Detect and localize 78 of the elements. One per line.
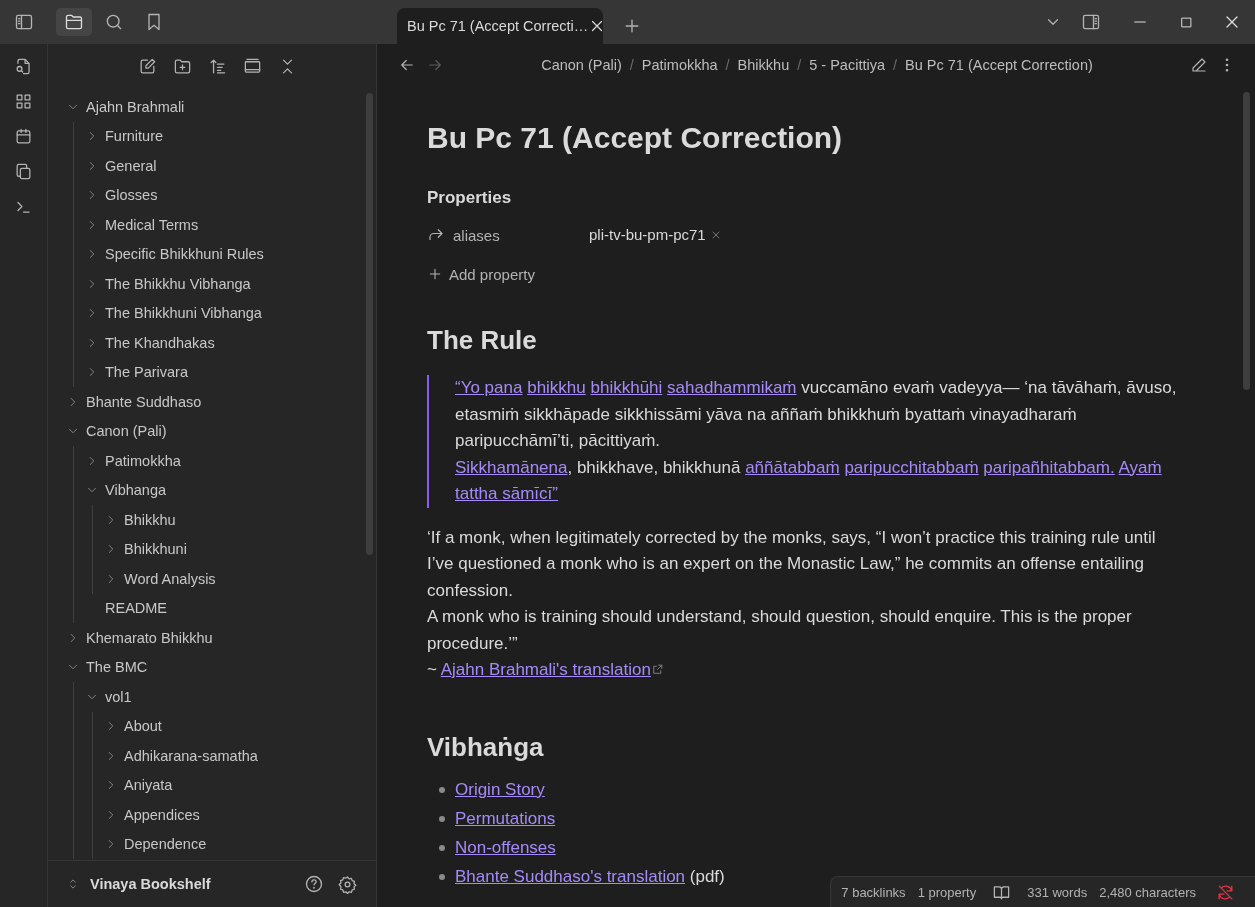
section-heading: Vibhaṅga — [427, 730, 545, 764]
folder-item[interactable]: Furniture — [85, 121, 376, 151]
breadcrumb-separator: / — [893, 57, 897, 73]
folder-item[interactable]: Canon (Pali) — [66, 416, 376, 446]
word-count: 2,480 characters — [1099, 884, 1196, 900]
folder-item[interactable]: The BMC — [66, 652, 376, 682]
link[interactable]: paripañhitabbaṁ. — [983, 457, 1115, 477]
folder-item[interactable]: Bhikkhuni — [104, 534, 376, 564]
paragraph-text: ~ Ajahn Brahmali's translation — [427, 657, 1177, 684]
status-item[interactable]: 1 property — [917, 884, 977, 900]
section-heading: The Rule — [427, 324, 538, 357]
note-title: Bu Pc 71 (Accept Correction) — [427, 120, 844, 156]
folder-item[interactable]: The Parivara — [85, 357, 376, 387]
bullet — [439, 874, 445, 880]
breadcrumb[interactable]: 5 - Pacittiya — [809, 57, 885, 73]
breadcrumb-separator: / — [797, 57, 802, 73]
alias-tag[interactable]: pli-tv-bu-pm-pc71 — [589, 226, 722, 243]
quote-text: “Yo pana bhikkhu bhikkhūhi sahadhammikaṁ vuccamāno evaṁ vadeyya— ‘na tāvāhaṁ, āvuso, etasmiṁ sikkhāpade sikkhissāmi yāva na aññaṁ bhikkhuṁ byattaṁ vinayadharaṁ paripucchāmī’ti, pācittiyaṁ. — [455, 377, 1177, 452]
link[interactable]: Origin Story — [455, 780, 545, 799]
folder-item[interactable]: Medical Terms — [85, 210, 376, 240]
paragraph-text: ‘If a monk, when legitimately corrected by the monks, says, “I won’t practice this training rule until I’ve questioned a monk who is an expert on the Monastic Law,” he commits an offense entailing confession. — [427, 526, 1157, 602]
breadcrumb-separator: / — [725, 57, 730, 73]
link[interactable]: aññātabbaṁ — [745, 457, 840, 477]
folder-item[interactable]: Specific Bhikkhuni Rules — [85, 239, 376, 269]
status-item[interactable]: 7 backlinks — [841, 884, 906, 900]
folder-item[interactable]: The Bhikkhu Vibhanga — [85, 269, 376, 299]
link[interactable]: “Yo pana — [455, 378, 523, 397]
sync-off-icon[interactable] — [1216, 882, 1235, 902]
link[interactable]: bhikkhu — [527, 378, 586, 397]
add-property-button[interactable]: Add property — [427, 255, 535, 293]
scrollbar[interactable] — [1243, 92, 1250, 390]
folder-item[interactable]: Ajahn Brahmali — [66, 92, 376, 122]
link[interactable]: bhikkhūhi — [590, 378, 663, 397]
breadcrumb[interactable]: Bhikkhu — [737, 57, 790, 73]
breadcrumb[interactable]: Bu Pc 71 (Accept Correction) — [905, 57, 1093, 73]
bullet — [439, 845, 445, 851]
folder-item[interactable]: Patimokkha — [85, 446, 376, 476]
link[interactable]: Bhante Suddhaso's translation — [455, 867, 686, 886]
folder-item[interactable]: Khemarato Bhikkhu — [66, 623, 376, 653]
bullet — [439, 787, 445, 793]
folder-item[interactable]: Vibhanga — [85, 475, 376, 505]
folder-item[interactable]: Dependence — [104, 829, 376, 859]
folder-item[interactable]: vol1 — [85, 682, 376, 712]
paragraph-text: A monk who is training should understand, should question, should enquire. This is the proper procedure.’” — [427, 606, 1133, 655]
folder-item[interactable]: The Bhikkhuni Vibhanga — [85, 298, 376, 328]
word-count: 331 words — [1027, 884, 1088, 900]
folder-item[interactable]: Appendices — [104, 800, 376, 830]
scrollbar[interactable] — [366, 93, 373, 555]
plus-icon — [427, 266, 443, 282]
folder-item[interactable]: Bhante Suddhaso — [66, 387, 376, 417]
link[interactable]: Ajahn Brahmali's translation — [440, 660, 651, 679]
link[interactable]: Ayaṁ — [1118, 457, 1162, 477]
folder-item[interactable]: Glosses — [85, 180, 376, 210]
folder-item[interactable]: Word Analysis — [104, 564, 376, 594]
breadcrumb[interactable]: Patimokkha — [641, 57, 718, 73]
link[interactable]: tattha sāmīcī” — [455, 484, 558, 503]
file-item[interactable]: README — [85, 593, 376, 623]
properties-heading: Properties — [427, 188, 513, 208]
folder-icon[interactable] — [56, 8, 92, 36]
folder-item[interactable]: General — [85, 151, 376, 181]
link[interactable]: Sikkhamānena — [455, 457, 568, 477]
link[interactable]: Permutations — [455, 809, 556, 828]
tab[interactable]: Bu Pc 71 (Accept Correcti… — [397, 8, 603, 44]
breadcrumb-separator: / — [629, 57, 634, 73]
item-text: (pdf) — [688, 867, 725, 886]
quote-text: Sikkhamānena, bhikkhave, bhikkhunā aññātabbaṁ paripucchitabbaṁ paripañhitabbaṁ. Ayaṁ tattha sāmīcī” — [455, 456, 1163, 505]
bullet — [439, 816, 445, 822]
vault-switcher[interactable]: Vinaya Bookshelf — [66, 876, 211, 892]
breadcrumb[interactable]: Canon (Pali) — [541, 57, 622, 73]
folder-item[interactable]: Adhikarana-samatha — [104, 741, 376, 771]
folder-item[interactable]: Bhikkhu — [104, 505, 376, 535]
folder-item[interactable]: About — [104, 711, 376, 741]
folder-item[interactable]: Aniyata — [104, 770, 376, 800]
link[interactable]: sahadhammikaṁ — [667, 378, 797, 397]
link[interactable]: paripucchitabbaṁ — [844, 457, 979, 477]
folder-item[interactable]: The Khandhakas — [85, 328, 376, 358]
link[interactable]: Non-offenses — [455, 838, 556, 857]
property-key[interactable]: aliases — [453, 226, 500, 244]
